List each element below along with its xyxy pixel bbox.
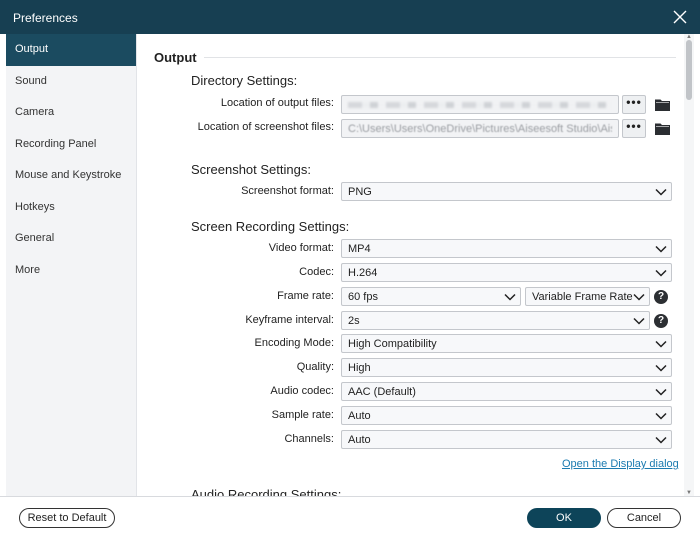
- sample-rate-label: Sample rate:: [271, 409, 334, 421]
- output-folder-icon[interactable]: [655, 98, 670, 111]
- channels-label: Channels:: [284, 433, 334, 445]
- chevron-down-icon: [655, 436, 667, 444]
- audio-codec-select[interactable]: AAC (Default): [341, 382, 672, 401]
- content-scrollbar[interactable]: ▲ ▼: [684, 34, 694, 496]
- keyframe-help-icon[interactable]: ?: [654, 314, 668, 328]
- encoding-mode-label: Encoding Mode:: [254, 337, 335, 349]
- chevron-down-icon: [655, 412, 667, 420]
- dialog-footer: Reset to Default OK Cancel: [0, 496, 700, 538]
- encoding-mode-select[interactable]: High Compatibility: [341, 334, 672, 353]
- codec-select[interactable]: H.264: [341, 263, 672, 282]
- frame-rate-value: 60 fps: [348, 291, 378, 303]
- chevron-down-icon: [633, 293, 645, 301]
- audio-codec-value: AAC (Default): [348, 386, 416, 398]
- frame-rate-help-icon[interactable]: ?: [654, 290, 668, 304]
- frame-rate-label: Frame rate:: [277, 290, 334, 302]
- sidebar: Output Sound Camera Recording Panel Mous…: [6, 34, 137, 496]
- channels-value: Auto: [348, 434, 371, 446]
- title-bar: Preferences: [0, 0, 700, 34]
- directory-settings-title: Directory Settings:: [191, 73, 298, 88]
- keyframe-interval-select[interactable]: 2s: [341, 311, 650, 330]
- audio-recording-settings-title: Audio Recording Settings:: [191, 487, 342, 496]
- encoding-mode-value: High Compatibility: [348, 338, 437, 350]
- open-display-dialog-link[interactable]: Open the Display dialog: [562, 458, 679, 470]
- codec-value: H.264: [348, 267, 378, 279]
- video-format-label: Video format:: [268, 242, 334, 254]
- quality-select[interactable]: High: [341, 358, 672, 377]
- keyframe-interval-value: 2s: [348, 315, 360, 327]
- screenshot-folder-icon[interactable]: [655, 122, 670, 135]
- section-divider: [204, 57, 676, 58]
- screenshot-browse-button[interactable]: •••: [622, 119, 646, 138]
- codec-label: Codec:: [299, 266, 334, 278]
- chevron-down-icon: [633, 317, 645, 325]
- chevron-down-icon: [655, 340, 667, 348]
- sidebar-item-more[interactable]: More: [6, 255, 136, 287]
- window-title: Preferences: [13, 11, 78, 25]
- recording-settings-title: Screen Recording Settings:: [191, 219, 350, 234]
- section-title-output: Output: [154, 50, 197, 65]
- obscured-path: [348, 102, 610, 108]
- keyframe-interval-label: Keyframe interval:: [245, 314, 334, 326]
- sidebar-item-camera[interactable]: Camera: [6, 97, 136, 129]
- settings-panel: Output Directory Settings: Location of o…: [138, 34, 684, 496]
- output-browse-button[interactable]: •••: [622, 95, 646, 114]
- screenshot-format-select[interactable]: PNG: [341, 182, 672, 201]
- scrollbar-thumb[interactable]: [686, 40, 692, 100]
- screenshot-settings-title: Screenshot Settings:: [191, 162, 311, 177]
- quality-value: High: [348, 362, 371, 374]
- video-format-select[interactable]: MP4: [341, 239, 672, 258]
- output-location-field[interactable]: [341, 95, 619, 114]
- chevron-down-icon: [655, 188, 667, 196]
- sidebar-item-general[interactable]: General: [6, 223, 136, 255]
- quality-label: Quality:: [296, 361, 334, 373]
- chevron-down-icon: [655, 269, 667, 277]
- audio-codec-label: Audio codec:: [270, 385, 334, 397]
- screenshot-path-value: C:\Users\Users\OneDrive\Pictures\Aiseeso…: [348, 123, 612, 135]
- output-location-label: Location of output files:: [220, 97, 334, 109]
- frame-rate-mode-select[interactable]: Variable Frame Rate: [525, 287, 650, 306]
- chevron-down-icon: [504, 293, 516, 301]
- close-icon[interactable]: [672, 9, 688, 25]
- sidebar-item-recording-panel[interactable]: Recording Panel: [6, 129, 136, 161]
- video-format-value: MP4: [348, 243, 371, 255]
- ok-button[interactable]: OK: [527, 508, 601, 528]
- reset-to-default-button[interactable]: Reset to Default: [19, 508, 115, 528]
- cancel-button[interactable]: Cancel: [607, 508, 681, 528]
- screenshot-location-field[interactable]: C:\Users\Users\OneDrive\Pictures\Aiseeso…: [341, 119, 619, 138]
- sidebar-item-output[interactable]: Output: [6, 34, 136, 66]
- sample-rate-value: Auto: [348, 410, 371, 422]
- sidebar-item-mouse-and-keystroke[interactable]: Mouse and Keystroke: [6, 160, 136, 192]
- sidebar-item-hotkeys[interactable]: Hotkeys: [6, 192, 136, 224]
- frame-rate-mode-value: Variable Frame Rate: [532, 291, 633, 303]
- sidebar-item-sound[interactable]: Sound: [6, 66, 136, 98]
- screenshot-format-value: PNG: [348, 186, 372, 198]
- chevron-down-icon: [655, 364, 667, 372]
- chevron-down-icon: [655, 245, 667, 253]
- sample-rate-select[interactable]: Auto: [341, 406, 672, 425]
- chevron-down-icon: [655, 388, 667, 396]
- screenshot-format-label: Screenshot format:: [241, 185, 334, 197]
- screenshot-location-label: Location of screenshot files:: [197, 121, 334, 133]
- channels-select[interactable]: Auto: [341, 430, 672, 449]
- frame-rate-select[interactable]: 60 fps: [341, 287, 521, 306]
